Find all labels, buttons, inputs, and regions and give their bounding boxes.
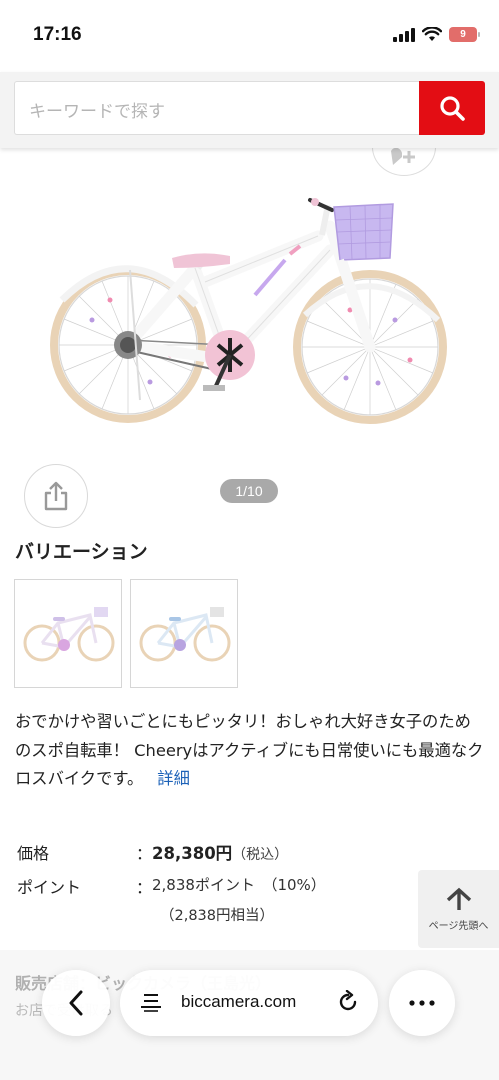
status-time: 17:16 <box>33 24 82 45</box>
price-value-wrap: 28,380円（税込） <box>152 840 288 864</box>
point-colon: ： <box>136 878 153 897</box>
url-text: biccamera.com <box>181 992 297 1011</box>
wifi-icon <box>422 27 442 41</box>
product-image[interactable] <box>0 150 499 460</box>
spec-table: 価格 ： 28,380円（税込） ポイント ： 2,838ポイント （10%） … <box>17 838 407 924</box>
address-bar[interactable]: biccamera.com <box>120 970 378 1036</box>
reload-icon[interactable] <box>337 990 359 1014</box>
heart-plus-icon <box>391 147 415 165</box>
cellular-signal-icon <box>393 27 415 42</box>
search-icon <box>440 96 465 121</box>
search-header: キーワードで探す <box>0 72 499 148</box>
product-description: おでかけや習いごとにもピッタリ！おしゃれ大好き女子のためのスポ自転車！ Chee… <box>15 708 485 794</box>
point-row: ポイント ： 2,838ポイント （10%） <box>17 872 407 906</box>
chevron-left-icon <box>69 990 83 1016</box>
variation-title: バリエーション <box>15 541 148 563</box>
more-options-button[interactable] <box>389 970 455 1036</box>
point-equivalent: （2,838円相当） <box>160 908 275 924</box>
reader-mode-icon[interactable] <box>140 992 162 1012</box>
description-text: おでかけや習いごとにもピッタリ！おしゃれ大好き女子のためのスポ自転車！ Chee… <box>15 712 484 788</box>
point-label: ポイント <box>17 878 82 897</box>
arrow-up-icon <box>446 887 471 910</box>
description-more-link[interactable]: 詳細 <box>157 769 190 788</box>
price-tax-note: （税込） <box>232 847 289 863</box>
status-icons: 9 <box>393 27 480 42</box>
battery-icon: 9 <box>449 27 480 42</box>
gallery-page-indicator: 1/10 <box>220 479 278 503</box>
price-colon: ： <box>136 844 153 863</box>
share-button[interactable] <box>24 464 88 528</box>
bicycle-image <box>50 198 447 424</box>
variation-thumb-blue[interactable] <box>130 579 238 688</box>
bicycle-thumbnail-pink <box>23 606 115 661</box>
price-row: 価格 ： 28,380円（税込） <box>17 838 407 872</box>
page-top-button[interactable]: ページ先頭へ <box>418 870 499 948</box>
search-placeholder: キーワードで探す <box>29 102 165 122</box>
price-label: 価格 <box>17 844 50 863</box>
browser-toolbar: biccamera.com <box>0 960 499 1050</box>
status-bar: 17:16 9 <box>0 0 499 72</box>
bicycle-thumbnail-blue <box>139 606 231 661</box>
search-input[interactable]: キーワードで探す <box>14 81 419 135</box>
point-value: 2,838ポイント （10%） <box>152 876 326 894</box>
search-button[interactable] <box>419 81 485 135</box>
variation-thumb-pink[interactable] <box>14 579 122 688</box>
browser-back-button[interactable] <box>42 970 110 1036</box>
more-dots-icon <box>409 1000 435 1006</box>
variation-list <box>14 579 238 688</box>
share-icon <box>44 481 68 511</box>
page-top-label: ページ先頭へ <box>428 920 489 932</box>
price-value: 28,380円 <box>152 844 233 863</box>
